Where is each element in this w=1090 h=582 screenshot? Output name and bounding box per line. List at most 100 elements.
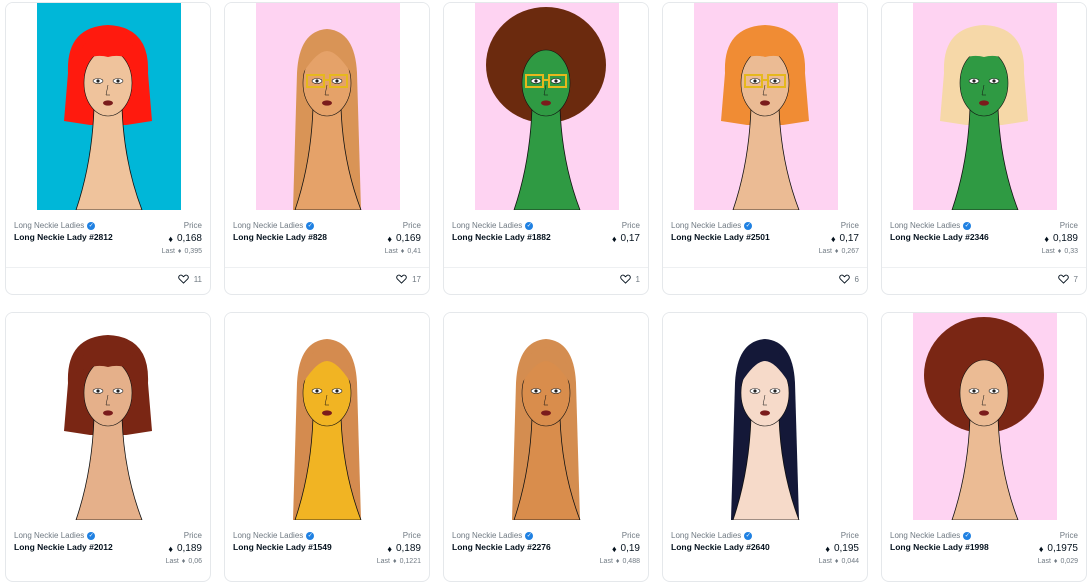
collection-name[interactable]: Long Neckie Ladies <box>233 531 303 540</box>
collection-name[interactable]: Long Neckie Ladies <box>671 221 741 230</box>
nft-info: Long Neckie Ladies ✓ Long Neckie Lady #2… <box>6 210 210 270</box>
nft-card[interactable]: Long Neckie Ladies ✓ Long Neckie Lady #1… <box>443 2 649 295</box>
heart-icon[interactable] <box>619 274 631 284</box>
nft-image[interactable] <box>225 313 429 520</box>
nft-name[interactable]: Long Neckie Lady #2501 <box>671 232 770 242</box>
nft-name[interactable]: Long Neckie Lady #2346 <box>890 232 989 242</box>
price-amount: 0,19 <box>620 543 640 554</box>
collection-name[interactable]: Long Neckie Ladies <box>890 531 960 540</box>
collection-link[interactable]: Long Neckie Ladies ✓ <box>890 531 972 540</box>
nft-name[interactable]: Long Neckie Lady #1882 <box>452 232 551 242</box>
price-amount: 0,189 <box>176 543 202 554</box>
favorite-button[interactable]: 1 <box>619 274 640 284</box>
nft-image[interactable] <box>444 3 648 210</box>
collection-link[interactable]: Long Neckie Ladies ✓ <box>890 221 972 230</box>
nft-name[interactable]: Long Neckie Lady #1549 <box>233 542 332 552</box>
nft-portrait <box>64 25 152 210</box>
nft-info: Long Neckie Ladies ✓ Long Neckie Lady #2… <box>882 210 1086 270</box>
price-value: ♦ 0,168 <box>168 233 202 244</box>
ethereum-icon: ♦ <box>393 558 397 565</box>
nft-image[interactable] <box>663 313 867 520</box>
collection-name[interactable]: Long Neckie Ladies <box>452 221 522 230</box>
nft-portrait <box>293 339 362 520</box>
verified-badge-icon: ✓ <box>87 531 96 540</box>
collection-link[interactable]: Long Neckie Ladies ✓ <box>233 531 315 540</box>
nft-portrait <box>64 335 152 520</box>
nft-name[interactable]: Long Neckie Lady #828 <box>233 232 327 242</box>
nft-card[interactable]: Long Neckie Ladies ✓ Long Neckie Lady #2… <box>662 2 868 295</box>
verified-badge-icon: ✓ <box>306 221 315 230</box>
collection-link[interactable]: Long Neckie Ladies ✓ <box>671 531 753 540</box>
verified-badge-icon: ✓ <box>306 531 315 540</box>
nft-portrait <box>731 339 800 520</box>
collection-name[interactable]: Long Neckie Ladies <box>671 531 741 540</box>
collection-name[interactable]: Long Neckie Ladies <box>233 221 303 230</box>
collection-link[interactable]: Long Neckie Ladies ✓ <box>14 531 96 540</box>
collection-name[interactable]: Long Neckie Ladies <box>452 531 522 540</box>
price-amount: 0,189 <box>395 543 421 554</box>
nft-card[interactable]: Long Neckie Ladies ✓ Long Neckie Lady #2… <box>5 2 211 295</box>
nft-name[interactable]: Long Neckie Lady #1998 <box>890 542 989 552</box>
heart-icon[interactable] <box>396 274 407 284</box>
price-value: ♦ 0,1975 <box>1039 543 1078 554</box>
heart-icon[interactable] <box>177 274 189 284</box>
collection-link[interactable]: Long Neckie Ladies ✓ <box>14 221 96 230</box>
price-value: ♦ 0,189 <box>387 543 421 554</box>
ethereum-icon: ♦ <box>1053 558 1058 565</box>
favorite-button[interactable]: 7 <box>1057 274 1078 284</box>
nft-card[interactable]: Long Neckie Ladies ✓ Long Neckie Lady #1… <box>224 312 430 582</box>
verified-badge-icon: ✓ <box>87 221 96 230</box>
nft-image[interactable] <box>444 313 648 520</box>
heart-icon[interactable] <box>1057 274 1069 284</box>
collection-link[interactable]: Long Neckie Ladies ✓ <box>233 221 315 230</box>
ethereum-icon: ♦ <box>834 248 839 255</box>
collection-name[interactable]: Long Neckie Ladies <box>14 531 84 540</box>
favorite-button[interactable]: 6 <box>838 274 859 284</box>
ethereum-icon: ♦ <box>181 558 186 565</box>
nft-image[interactable] <box>663 3 867 210</box>
collection-link[interactable]: Long Neckie Ladies ✓ <box>452 221 534 230</box>
nft-image[interactable] <box>6 3 210 210</box>
ethereum-icon: ♦ <box>611 543 617 554</box>
price-label: Price <box>183 221 202 230</box>
favorite-button[interactable]: 17 <box>396 274 421 284</box>
ethereum-icon: ♦ <box>177 248 182 255</box>
last-label: Last <box>165 558 179 565</box>
nft-info: Long Neckie Ladies ✓ Long Neckie Lady #1… <box>882 520 1086 580</box>
nft-portrait <box>721 25 809 210</box>
nft-image[interactable] <box>6 313 210 520</box>
collection-link[interactable]: Long Neckie Ladies ✓ <box>452 531 534 540</box>
nft-name[interactable]: Long Neckie Lady #2276 <box>452 542 551 552</box>
nft-card[interactable]: Long Neckie Ladies ✓ Long Neckie Lady #8… <box>224 2 430 295</box>
heart-icon[interactable] <box>838 274 850 284</box>
ethereum-icon: ♦ <box>387 233 392 244</box>
nft-name[interactable]: Long Neckie Lady #2812 <box>14 232 113 242</box>
nft-card[interactable]: Long Neckie Ladies ✓ Long Neckie Lady #2… <box>662 312 868 582</box>
nft-image[interactable] <box>225 3 429 210</box>
last-label: Last <box>384 248 398 255</box>
price-amount: 0,17 <box>620 233 640 244</box>
nft-name[interactable]: Long Neckie Lady #2640 <box>671 542 770 552</box>
verified-badge-icon: ✓ <box>744 221 753 230</box>
price-value: ♦ 0,189 <box>168 543 202 554</box>
collection-name[interactable]: Long Neckie Ladies <box>890 221 960 230</box>
nft-card[interactable]: Long Neckie Ladies ✓ Long Neckie Lady #2… <box>881 2 1087 295</box>
nft-portrait <box>940 25 1028 210</box>
nft-card[interactable]: Long Neckie Ladies ✓ Long Neckie Lady #2… <box>5 312 211 582</box>
nft-image[interactable] <box>882 3 1086 210</box>
last-sale: Last ♦ 0,267 <box>819 248 859 255</box>
last-label: Last <box>1037 558 1051 565</box>
favorite-button[interactable]: 11 <box>177 274 202 284</box>
card-divider <box>444 267 648 268</box>
last-amount: 0,029 <box>1060 558 1078 565</box>
last-sale: Last ♦ 0,33 <box>1042 248 1078 255</box>
nft-image[interactable] <box>882 313 1086 520</box>
price-value: ♦ 0,189 <box>1044 233 1078 244</box>
nft-card[interactable]: Long Neckie Ladies ✓ Long Neckie Lady #2… <box>443 312 649 582</box>
ethereum-icon: ♦ <box>611 233 617 244</box>
card-divider <box>225 267 429 268</box>
nft-card[interactable]: Long Neckie Ladies ✓ Long Neckie Lady #1… <box>881 312 1087 582</box>
nft-name[interactable]: Long Neckie Lady #2012 <box>14 542 113 552</box>
collection-name[interactable]: Long Neckie Ladies <box>14 221 84 230</box>
collection-link[interactable]: Long Neckie Ladies ✓ <box>671 221 753 230</box>
